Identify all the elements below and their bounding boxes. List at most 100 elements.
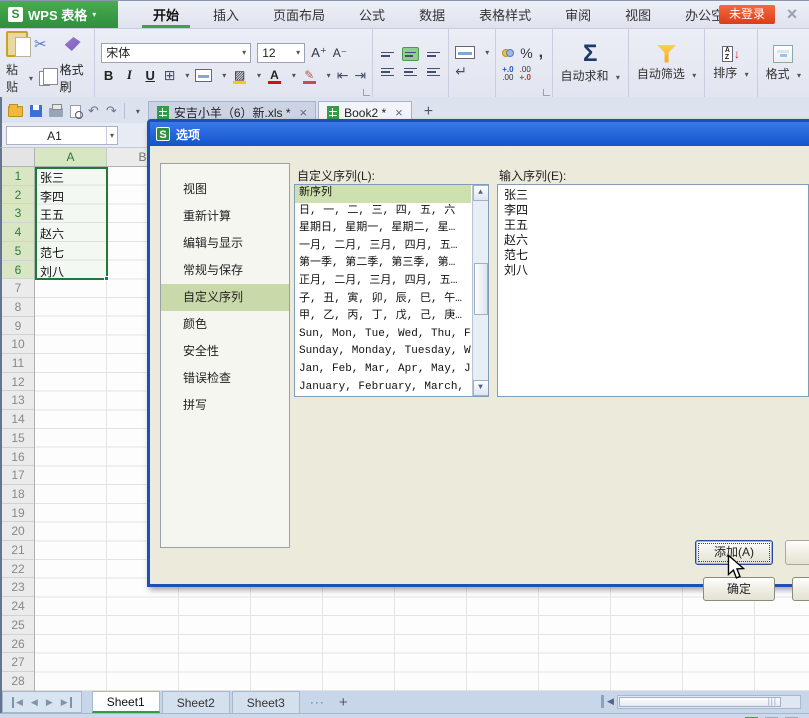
custom-list-item[interactable]: 甲, 乙, 丙, 丁, 戊, 己, 庚… [295,308,471,326]
row-header[interactable]: 22 [2,560,34,579]
custom-list-item[interactable]: 新序列 [295,185,471,203]
fill-handle[interactable] [104,276,109,281]
row-header[interactable]: 26 [2,635,34,654]
listbox-scrollbar[interactable]: ▲ ▼ [472,185,488,396]
close-icon[interactable]: × [781,3,803,25]
delete-button[interactable]: 删除 [785,540,809,565]
underline-button[interactable]: U [143,68,158,83]
open-icon[interactable] [8,106,23,117]
options-category-item[interactable]: 拼写 [161,392,289,419]
increase-decimal-icon[interactable]: +.0.00 [502,66,513,82]
sort-button[interactable]: AZ↓ 排序 ▾ [705,29,757,97]
scrollbar-track[interactable]: ||| [617,695,801,709]
first-sheet-icon[interactable]: ◀ [12,697,23,708]
custom-list-item[interactable]: Jan, Feb, Mar, Apr, May, J… [295,361,471,379]
align-left-icon[interactable] [379,65,396,79]
font-size-decrease-button[interactable]: A⁻ [333,46,347,60]
cut-icon[interactable]: ✂ [34,35,47,53]
options-category-item[interactable]: 自定义序列 [161,284,289,311]
close-icon[interactable]: × [395,105,403,120]
align-right-icon[interactable] [425,65,442,79]
custom-list-item[interactable]: 子, 丑, 寅, 卯, 辰, 巳, 午… [295,291,471,309]
format-button[interactable]: 格式 ▾ [758,29,809,97]
options-category-item[interactable]: 安全性 [161,338,289,365]
scrollbar-thumb[interactable]: ||| [619,697,781,707]
redo-icon[interactable]: ↷ [106,103,117,119]
app-logo[interactable]: S WPS 表格 ▾ [0,1,118,28]
custom-list-item[interactable]: January, February, March, … [295,379,471,397]
font-name-select[interactable]: 宋体▾ [101,43,251,63]
format-painter-icon[interactable] [65,37,81,51]
last-sheet-icon[interactable]: ▶ [61,697,72,708]
row-header[interactable]: 2 [2,186,34,205]
row-header[interactable]: 27 [2,653,34,672]
paste-button[interactable]: 粘贴▾ [6,61,33,95]
options-category-item[interactable]: 常规与保存 [161,257,289,284]
menu-tab[interactable]: 数据 [402,1,462,28]
options-category-item[interactable]: 颜色 [161,311,289,338]
bold-button[interactable]: B [101,68,116,83]
cancel-button[interactable] [792,577,809,601]
menu-tab[interactable]: 公式 [342,1,402,28]
row-header[interactable]: 10 [2,335,34,354]
input-series-field[interactable]: 张三李四王五赵六范七刘八 [497,184,809,397]
dialog-launcher-icon[interactable] [363,89,370,96]
autosum-button[interactable]: Σ 自动求和 ▾ [553,29,629,97]
menu-tab[interactable]: 视图 [608,1,668,28]
row-header[interactable]: 16 [2,448,34,467]
sheet-tab[interactable]: Sheet2 [162,691,230,713]
align-bottom-icon[interactable] [425,47,442,61]
row-header[interactable]: 20 [2,522,34,541]
custom-lists-listbox[interactable]: ▲ ▼ 新序列日, 一, 二, 三, 四, 五, 六星期日, 星期一, 星期二,… [294,184,489,397]
custom-list-item[interactable]: 第一季, 第二季, 第三季, 第… [295,255,471,273]
row-header[interactable]: 25 [2,616,34,635]
indent-decrease-icon[interactable]: ⇤ [337,67,349,84]
menu-tab[interactable]: 插入 [196,1,256,28]
row-header[interactable]: 6 [2,261,34,280]
custom-list-item[interactable]: 正月, 二月, 三月, 四月, 五… [295,273,471,291]
dialog-title-bar[interactable]: S 选项 [150,122,809,146]
custom-list-item[interactable]: 一月, 二月, 三月, 四月, 五… [295,238,471,256]
row-header[interactable]: 3 [2,204,34,223]
font-size-select[interactable]: 12▾ [257,43,305,63]
custom-list-item[interactable]: 日, 一, 二, 三, 四, 五, 六 [295,203,471,221]
name-box[interactable]: A1 ▾ [6,126,118,145]
row-header[interactable]: 11 [2,354,34,373]
row-header[interactable]: 9 [2,317,34,336]
custom-list-item[interactable]: Sun, Mon, Tue, Wed, Thu, F… [295,326,471,344]
print-preview-icon[interactable] [70,105,81,118]
options-category-item[interactable]: 错误检查 [161,365,289,392]
row-header[interactable]: 24 [2,597,34,616]
row-header[interactable]: 14 [2,410,34,429]
row-header[interactable]: 7 [2,279,34,298]
selected-range[interactable]: 张三李四王五赵六范七刘八 [35,167,108,280]
row-header[interactable]: 19 [2,504,34,523]
border-icon[interactable]: ⊞ [164,67,176,84]
options-category-item[interactable]: 视图 [161,176,289,203]
select-all-corner[interactable] [2,148,35,166]
format-painter-button[interactable]: 格式刷 [60,61,89,95]
save-icon[interactable] [30,105,42,117]
row-header[interactable]: 17 [2,466,34,485]
scrollbar-thumb[interactable] [474,263,488,315]
align-center-icon[interactable] [402,65,419,79]
indent-increase-icon[interactable]: ⇥ [354,67,366,84]
chevron-down-icon[interactable]: ▾ [136,107,140,116]
scroll-up-icon[interactable]: ▲ [473,185,489,201]
row-header[interactable]: 28 [2,672,34,691]
scroll-left-icon[interactable]: ◀ [607,696,614,707]
merge-cells-icon[interactable] [455,46,475,59]
chevron-down-icon[interactable]: ▾ [106,127,117,144]
sheet-tab[interactable]: Sheet3 [232,691,300,713]
sheet-tab[interactable]: Sheet1 [92,691,160,713]
column-header[interactable]: A [35,148,107,166]
decrease-decimal-icon[interactable]: .00+.0 [520,66,531,82]
row-header[interactable]: 4 [2,223,34,242]
row-header[interactable]: 21 [2,541,34,560]
undo-icon[interactable]: ↶ [88,103,99,119]
cell-style-icon[interactable] [195,69,212,82]
print-icon[interactable] [49,108,63,117]
autofilter-button[interactable]: 自动筛选 ▾ [629,29,705,97]
ok-button[interactable]: 确定 [703,577,775,601]
currency-icon[interactable] [502,46,514,60]
